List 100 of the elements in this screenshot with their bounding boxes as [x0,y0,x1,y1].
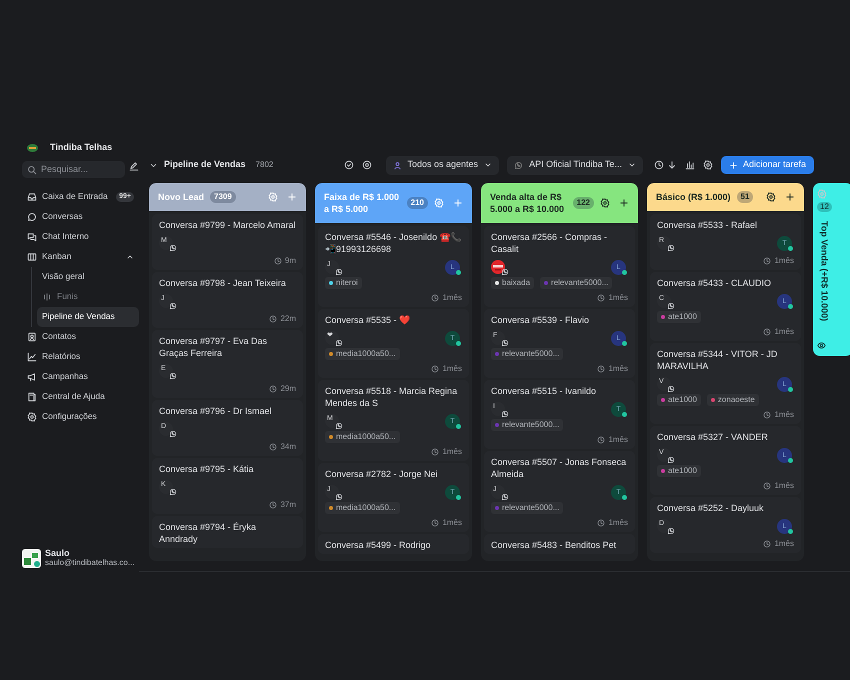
card-title: Conversa #9794 - Éryka Anndrady [159,521,258,546]
sidebar-item[interactable]: Kanban [22,247,139,267]
card-title: Conversa #2566 - Compras - Casalit [491,231,608,255]
time-label: 1mês [774,539,794,550]
search-box[interactable]: Pesquisar... [22,161,125,178]
add-task-button[interactable]: Adicionar tarefa [720,156,814,174]
count-badge: 51 [736,191,754,204]
card-title: Conversa #5535 - ❤ [325,314,412,326]
sidebar-item[interactable]: Contatos [22,327,139,347]
whatsapp-icon [335,339,343,347]
card-title: Conversa #5507 - Jonas Fonseca Almeida [491,456,628,480]
clock-icon [763,540,772,548]
sidebar-item[interactable]: Relatórios [22,347,139,367]
card-title: Conversa #2782 - Jorge Nei [325,468,439,480]
time-label: 1mês [442,364,462,374]
settings-icon [27,412,37,422]
online-dot [788,246,793,252]
user-name: Saulo [45,549,71,559]
time-label: 1mês [608,292,628,304]
time-label: 9m [284,256,296,267]
add-button[interactable] [619,198,629,208]
pipeline-title: Pipeline de Vendas [164,159,246,171]
time-label: 1mês [442,446,462,458]
check-circle-button[interactable] [344,160,354,170]
time-label: 1mês [442,518,462,528]
contact-card-icon [27,332,37,342]
sidebar-item[interactable]: Chat Interno [22,227,139,247]
circle-button[interactable] [362,160,372,170]
clock-icon [274,257,282,266]
clock-icon [763,328,772,336]
sidebar-item[interactable]: Central de Ajuda [22,387,139,407]
clock-icon [597,519,606,527]
arrow-down-icon [666,160,677,170]
whatsapp-icon [514,160,524,170]
clock-icon [431,519,440,527]
column-title: Novo Lead [158,191,204,204]
time-label: 1mês [774,256,794,267]
online-dot [456,424,461,429]
tag-label: relevante5000... [551,278,608,288]
whatsapp-icon [501,268,509,276]
clock-icon [763,411,772,420]
sort-button[interactable] [654,160,677,170]
tag-label: relevante5000... [502,348,560,360]
chat-bubbles-icon [27,232,37,242]
online-dot [788,458,793,464]
count-badge: 7309 [210,191,236,204]
megaphone-icon [27,372,37,382]
clock-icon [763,482,772,490]
card-title: Conversa #5483 - Benditos Pet [491,539,618,551]
settings-button[interactable] [600,198,610,208]
tag-label: media1000a50... [336,348,396,360]
sidebar-item[interactable]: Pipeline de Vendas [37,307,139,327]
online-dot [788,304,793,310]
count-badge: 122 [572,196,594,210]
person-icon [392,160,402,170]
collapsed-column[interactable]: 12 Top Venda (+R$ 10.000) [813,183,850,356]
card-title: Conversa #5433 - CLAUDIO [657,277,772,290]
card-title: Conversa #5252 - Dayluuk [657,502,765,514]
sidebar-item[interactable]: Funis [37,287,139,307]
inbox-dropdown[interactable]: API Oficial Tindiba Te... [507,156,643,174]
whatsapp-icon [335,422,343,430]
sidebar-item[interactable]: Configurações [22,407,139,427]
online-dot [622,495,627,500]
whatsapp-icon [667,302,675,310]
online-dot [456,495,461,500]
whatsapp-icon [169,302,177,310]
conversation-card[interactable]: Conversa #5483 - Benditos Pet [484,534,635,554]
search-field[interactable]: Pesquisar... [41,164,101,176]
card-title: Conversa #5499 - Rodrigo [325,539,432,551]
user-avatar[interactable] [22,549,41,568]
clock-icon [763,257,772,266]
whatsapp-icon [667,527,675,536]
add-button[interactable] [785,192,795,202]
chevron-icon [484,161,492,169]
card-title: Conversa #9795 - Kátia [159,463,255,476]
tag-label: ate1000 [668,395,697,406]
sidebar-item[interactable]: Conversas [22,207,139,227]
agent-dropdown[interactable]: Todos os agentes [386,156,500,174]
online-dot [456,341,461,346]
conversation-card[interactable]: Conversa #9794 - Éryka Anndrady [152,516,303,548]
settings-button[interactable] [766,192,776,202]
whatsapp-icon [501,339,509,347]
sidebar-item[interactable]: Campanhas [22,367,139,387]
online-dot [788,387,793,392]
whatsapp-icon [335,493,343,501]
card-title: Conversa #5539 - Flavio [491,314,590,326]
chart-button[interactable] [684,160,695,170]
tag-label: ate1000 [668,312,697,323]
column-title: Top Venda (+R$ 10.000) [818,221,830,322]
card-title: Conversa #5344 - VITOR - JD MARAVILHA [657,348,778,372]
conversation-card[interactable]: Conversa #5499 - Rodrigo [318,534,469,554]
sidebar-item[interactable]: Visão geral [37,267,139,287]
book-icon [27,392,37,402]
columns-icon [27,252,37,262]
card-title: Conversa #5327 - VANDER [657,431,769,444]
tag-label: media1000a50... [336,432,396,442]
chat-bubble-icon [27,212,37,222]
card-title: Conversa #5546 - Josenildo ☎📞📲91993126698 [325,231,462,255]
line-chart-icon [27,352,37,362]
online-dot [788,529,793,534]
